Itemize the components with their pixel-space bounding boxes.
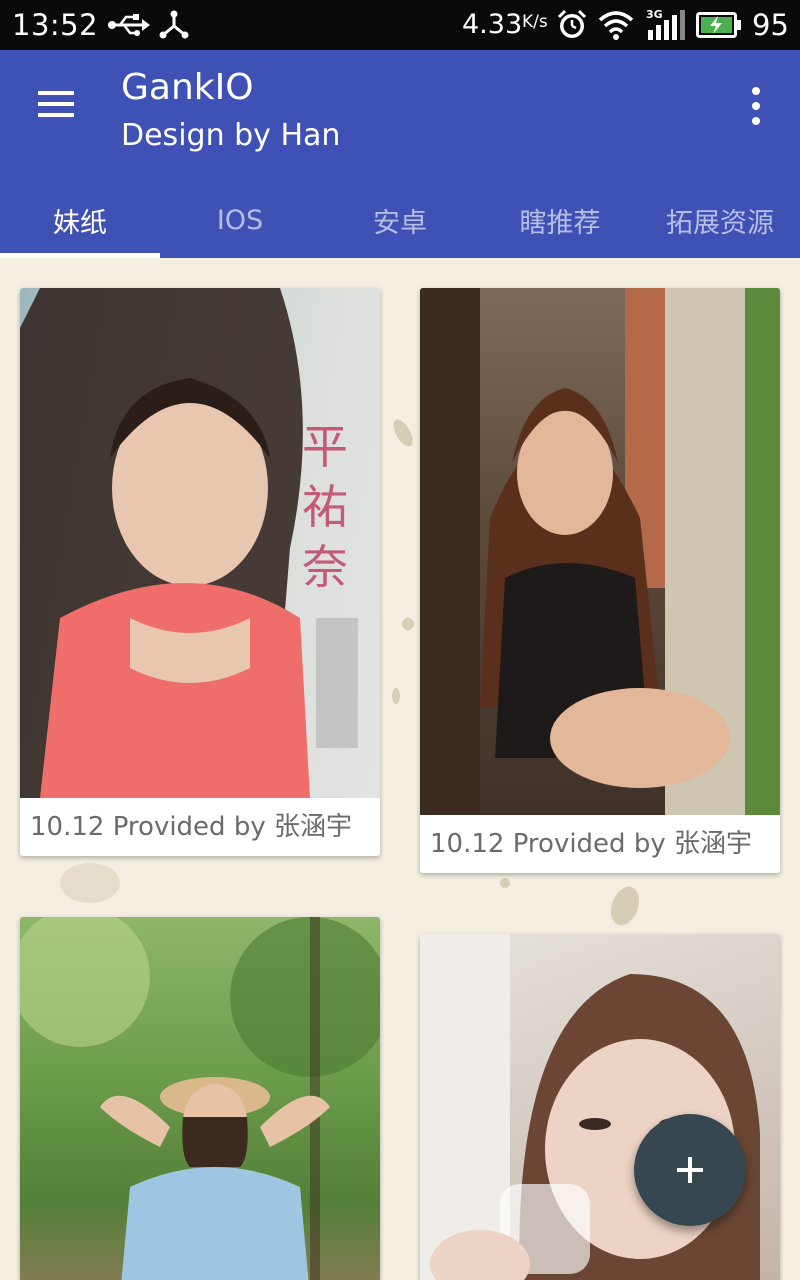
tab-resources[interactable]: 拓展资源 [640, 182, 800, 258]
photo-grid[interactable]: 平 祐 奈 10.12 Provided by 张涵宇 10.12 Provid [0, 258, 800, 1280]
photo-image [420, 934, 780, 1280]
svg-text:祐: 祐 [302, 480, 348, 534]
photo-card[interactable]: 平 祐 奈 10.12 Provided by 张涵宇 [20, 288, 380, 856]
add-button[interactable] [634, 1114, 746, 1226]
photo-illustration [20, 917, 380, 1280]
app-bar: GankIO Design by Han 妹纸 IOS 安卓 瞎推荐 拓展资源 [0, 50, 800, 258]
photo-card[interactable] [20, 917, 380, 1280]
network-type-label: 3G [646, 8, 663, 21]
usb-icon [108, 14, 150, 36]
photo-caption: 10.12 Provided by 张涵宇 [30, 812, 352, 842]
tab-recommend[interactable]: 瞎推荐 [480, 182, 640, 258]
background-leaf [60, 863, 120, 903]
network-speed-value: 4.33 [462, 9, 523, 40]
background-leaf [389, 416, 417, 450]
background-leaf [605, 882, 645, 930]
photo-image: 平 祐 奈 [20, 288, 380, 798]
wifi-icon [598, 11, 634, 40]
photo-card[interactable] [420, 934, 780, 1280]
add-icon [677, 1157, 703, 1183]
battery-icon [696, 12, 741, 38]
tab-android[interactable]: 安卓 [320, 182, 480, 258]
photo-illustration [420, 288, 780, 815]
alarm-icon [557, 9, 587, 38]
background-leaf [402, 618, 414, 630]
status-time: 13:52 [12, 8, 99, 42]
photo-illustration [420, 934, 760, 1280]
tether-icon [159, 10, 189, 39]
battery-percent: 95 [752, 8, 789, 42]
tab-meizhi[interactable]: 妹纸 [0, 182, 160, 258]
status-bar: 13:52 4.33 K/s 3G 95 [0, 0, 800, 50]
hamburger-menu-icon[interactable] [24, 80, 88, 128]
photo-card[interactable]: 10.12 Provided by 张涵宇 [420, 288, 780, 873]
tab-bar: 妹纸 IOS 安卓 瞎推荐 拓展资源 [0, 182, 800, 258]
photo-illustration: 平 祐 奈 [20, 288, 358, 798]
photo-image [420, 288, 780, 815]
network-speed-unit: K/s [522, 12, 548, 32]
photo-image [20, 917, 380, 1280]
app-subtitle: Design by Han [121, 118, 341, 153]
svg-text:奈: 奈 [302, 540, 348, 594]
tab-ios[interactable]: IOS [160, 182, 320, 258]
more-vert-icon[interactable] [736, 82, 776, 130]
background-leaf [392, 688, 400, 704]
app-title: GankIO [121, 67, 254, 108]
background-leaf [500, 878, 510, 888]
photo-caption: 10.12 Provided by 张涵宇 [430, 829, 752, 859]
svg-text:平: 平 [302, 420, 348, 474]
